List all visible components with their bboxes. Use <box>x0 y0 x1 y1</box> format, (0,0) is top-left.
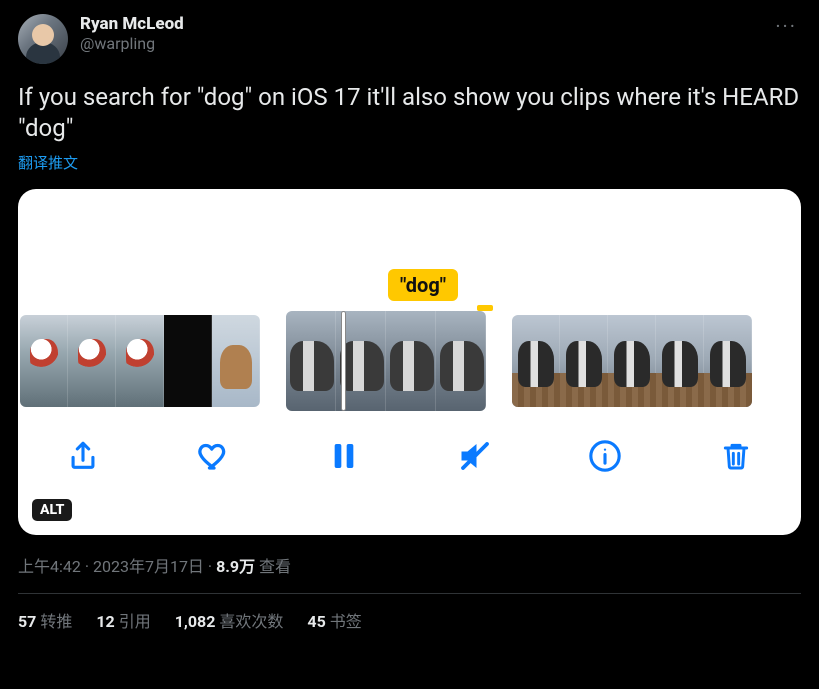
clip-frame <box>656 315 704 407</box>
clip-frame <box>286 311 336 411</box>
search-keyword-badge: "dog" <box>388 269 458 301</box>
clip-frame <box>704 315 752 407</box>
author-handle[interactable]: @warpling <box>80 34 771 53</box>
info-icon[interactable] <box>584 435 626 477</box>
avatar[interactable] <box>18 14 68 64</box>
views-label: 查看 <box>255 557 291 576</box>
ios-status-bar <box>18 189 801 203</box>
tweet-time[interactable]: 上午4:42 <box>18 557 81 576</box>
clip-thumbnail-group[interactable] <box>286 311 486 411</box>
more-options-button[interactable]: ··· <box>771 14 801 38</box>
likes-stat[interactable]: 1,082喜欢次数 <box>175 608 284 632</box>
clip-frame <box>560 315 608 407</box>
views-count: 8.9万 <box>216 557 255 576</box>
quotes-stat[interactable]: 12引用 <box>96 608 150 632</box>
tweet-stats: 57转推 12引用 1,082喜欢次数 45书签 <box>18 594 801 632</box>
retweets-stat[interactable]: 57转推 <box>18 608 72 632</box>
heart-icon[interactable] <box>193 435 235 477</box>
bookmarks-stat[interactable]: 45书签 <box>307 608 361 632</box>
tweet-container: Ryan McLeod @warpling ··· If you search … <box>0 0 819 646</box>
mute-icon[interactable] <box>454 435 496 477</box>
clip-frame <box>512 315 560 407</box>
author-block: Ryan McLeod @warpling <box>80 14 771 53</box>
tweet-header: Ryan McLeod @warpling ··· <box>18 14 801 64</box>
clip-frame <box>20 315 68 407</box>
video-controls <box>18 411 801 477</box>
clip-thumbnail-group[interactable] <box>512 315 752 407</box>
clip-frame <box>212 315 260 407</box>
clip-frame <box>116 315 164 407</box>
media-attachment[interactable]: "dog" <box>18 189 801 535</box>
clip-frame <box>436 311 486 411</box>
tweet-date[interactable]: 2023年7月17日 <box>93 557 204 576</box>
clip-frame <box>68 315 116 407</box>
playhead[interactable] <box>341 311 346 411</box>
share-icon[interactable] <box>62 435 104 477</box>
tweet-meta: 上午4:42 · 2023年7月17日 · 8.9万 查看 <box>18 553 801 577</box>
search-label-row: "dog" <box>18 203 801 311</box>
trash-icon[interactable] <box>715 435 757 477</box>
clip-frame <box>608 315 656 407</box>
alt-badge[interactable]: ALT <box>32 499 72 521</box>
clip-frame <box>386 311 436 411</box>
video-timeline[interactable] <box>18 311 801 411</box>
pause-icon[interactable] <box>323 435 365 477</box>
author-display-name[interactable]: Ryan McLeod <box>80 14 771 34</box>
tweet-text: If you search for "dog" on iOS 17 it'll … <box>18 82 801 144</box>
translate-link[interactable]: 翻译推文 <box>18 152 801 173</box>
clip-frame <box>164 315 212 407</box>
clip-thumbnail-group[interactable] <box>20 315 260 407</box>
